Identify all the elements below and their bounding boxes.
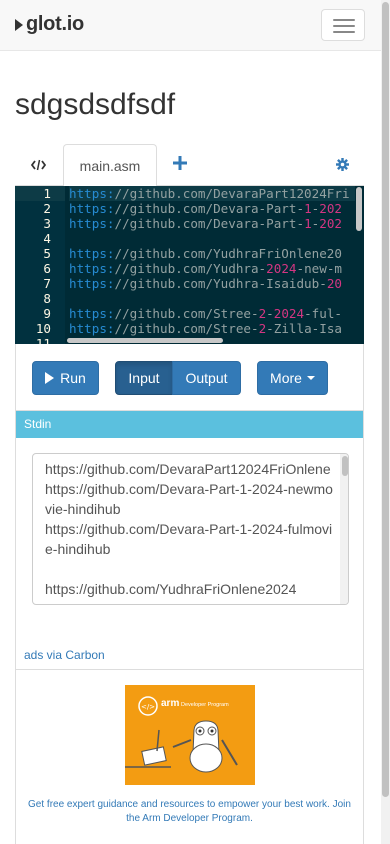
editor-vscroll-thumb[interactable]: [356, 187, 362, 231]
ad-caption-link[interactable]: Get free expert guidance and resources t…: [26, 798, 353, 826]
page-title: sdgsdsdfsdf: [15, 88, 176, 121]
hamburger-icon-bar: [333, 25, 355, 27]
code-token: //github.com/Devara-Part-: [114, 216, 305, 231]
editor-vertical-scrollbar[interactable]: [355, 186, 364, 336]
code-line: https://github.com/Stree-2-Zilla-Isa: [69, 321, 342, 336]
line-number: 8: [43, 291, 51, 306]
plus-icon[interactable]: [173, 156, 187, 170]
code-area[interactable]: https://github.com/DevaraPart12024Fri htt…: [69, 186, 355, 336]
more-dropdown-button[interactable]: More: [257, 361, 328, 395]
line-number: 1: [43, 186, 51, 201]
output-toggle-button[interactable]: Output: [172, 361, 241, 395]
code-line: https://github.com/Yudhra-2024-new-m: [69, 261, 342, 276]
code-line: https://github.com/DevaraPart12024Fri: [69, 186, 350, 201]
code-token: //github.com/Stree-: [114, 321, 259, 336]
code-icon[interactable]: [31, 158, 46, 172]
code-token: https:: [69, 321, 115, 336]
svg-text:</>: </>: [141, 703, 155, 711]
line-number: 4: [43, 231, 51, 246]
brand-name: glot.io: [26, 13, 84, 35]
line-number: 7: [43, 276, 51, 291]
page-scrollbar[interactable]: [381, 0, 390, 844]
more-label: More: [270, 370, 302, 386]
page-scrollbar-thumb[interactable]: [382, 2, 389, 797]
divider: [16, 669, 363, 670]
caret-down-icon: [306, 376, 315, 380]
code-token: -ful-: [304, 306, 343, 321]
line-number: 6: [43, 261, 51, 276]
navbar: glot.io: [0, 0, 390, 51]
run-label: Run: [60, 370, 86, 386]
code-token: 1: [304, 201, 312, 216]
code-token: -Zilla-Isa: [266, 321, 342, 336]
code-token: 20: [326, 276, 342, 291]
svg-text:Developer Program: Developer Program: [181, 702, 229, 708]
line-number: 10: [35, 321, 51, 336]
code-token: //github.com/YudhraFriOnlene20: [114, 246, 342, 261]
code-editor[interactable]: 1 2 3 4 5 6 7 8 9 10 11 https://github.com/DevaraP…: [15, 186, 364, 344]
stdin-textarea[interactable]: https://github.com/DevaraPart12024FriOnl…: [32, 453, 349, 605]
line-number: 2: [43, 201, 51, 216]
editor-horizontal-scrollbar[interactable]: [65, 336, 355, 344]
code-token: 202: [319, 201, 342, 216]
stdin-heading: Stdin: [16, 411, 363, 438]
code-line: https://github.com/Devara-Part-1-202: [69, 216, 342, 231]
active-line-gutter: [15, 186, 65, 201]
editor-tabs: main.asm: [15, 144, 364, 187]
hamburger-icon-bar: [333, 31, 355, 33]
code-token: //github.com/Devara-Part-: [114, 201, 305, 216]
brand-logo[interactable]: glot.io: [14, 13, 84, 36]
stdin-panel: Stdin https://github.com/DevaraPart12024…: [15, 410, 364, 844]
input-toggle-button[interactable]: Input: [115, 361, 173, 395]
code-token: https:: [69, 276, 115, 291]
ad-image-text: arm: [161, 698, 179, 709]
line-number: 5: [43, 246, 51, 261]
code-token: //github.com/Yudhra-: [114, 261, 267, 276]
line-number: 9: [43, 306, 51, 321]
glot-logo-icon: [15, 18, 23, 31]
tab-main-asm[interactable]: main.asm: [63, 144, 157, 187]
code-line: https://github.com/Yudhra-Isaidub-20: [69, 276, 342, 291]
code-token: -: [266, 306, 274, 321]
line-number: 11: [35, 336, 51, 344]
code-token: https:: [69, 306, 115, 321]
play-icon: [45, 372, 55, 384]
code-token: //github.com/Stree-: [114, 306, 259, 321]
code-token: //github.com/Yudhra-Isaidub-: [114, 276, 327, 291]
run-button[interactable]: Run: [32, 361, 99, 395]
code-token: 2024: [273, 306, 305, 321]
stdin-scroll-thumb[interactable]: [342, 456, 348, 476]
stdin-scrollbar[interactable]: [340, 454, 348, 604]
ads-via-carbon-link[interactable]: ads via Carbon: [24, 648, 105, 662]
line-number-gutter: 1 2 3 4 5 6 7 8 9 10 11: [15, 186, 65, 344]
code-line: https://github.com/Devara-Part-1-202: [69, 201, 342, 216]
editor-hscroll-thumb[interactable]: [67, 338, 223, 343]
code-token: //github.com/DevaraPart12024Fri: [114, 186, 350, 201]
gear-icon[interactable]: [336, 158, 349, 171]
arm-robot-illustration: </> arm Developer Program: [125, 685, 255, 785]
code-token: https:: [69, 246, 115, 261]
action-toolbar: Run Input Output More: [15, 344, 364, 410]
code-token: https:: [69, 216, 115, 231]
code-token: -new-m: [296, 261, 343, 276]
code-line: https://github.com/YudhraFriOnlene20: [69, 246, 342, 261]
line-number: 3: [43, 216, 51, 231]
stdin-value[interactable]: https://github.com/DevaraPart12024FriOnl…: [45, 459, 335, 599]
code-token: https:: [69, 261, 115, 276]
ad-image[interactable]: </> arm Developer Program: [125, 685, 255, 785]
menu-toggle-button[interactable]: [321, 9, 365, 41]
code-token: 2024: [266, 261, 297, 276]
code-line: https://github.com/Stree-2-2024-ful-: [69, 306, 342, 321]
hamburger-icon: [333, 19, 355, 21]
code-token: https:: [69, 186, 115, 201]
code-token: 1: [304, 216, 312, 231]
code-token: 202: [319, 216, 342, 231]
code-token: https:: [69, 201, 115, 216]
